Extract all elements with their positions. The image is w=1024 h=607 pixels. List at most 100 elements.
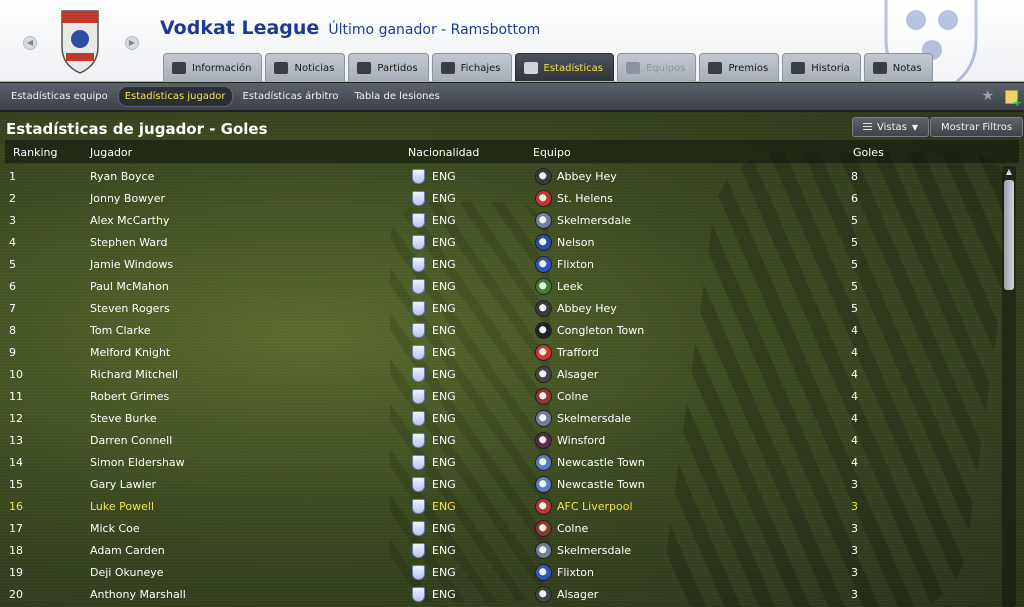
- subnav-item[interactable]: Tabla de lesiones: [348, 87, 445, 106]
- column-header-nationality[interactable]: Nacionalidad: [408, 146, 479, 159]
- column-header-goals[interactable]: Goles: [853, 146, 884, 159]
- team-name-link[interactable]: St. Helens: [557, 192, 613, 205]
- scroll-up-icon[interactable]: ▲: [1002, 166, 1016, 178]
- column-header-player[interactable]: Jugador: [90, 146, 132, 159]
- table-row[interactable]: 8 Tom Clarke ENG Congleton Town 4: [5, 320, 997, 342]
- nationality-link[interactable]: ENG: [432, 390, 456, 403]
- nation-flag-icon[interactable]: [412, 389, 425, 404]
- tab-informacion[interactable]: Información: [163, 53, 263, 81]
- vertical-scrollbar[interactable]: ▲: [1002, 166, 1016, 607]
- nationality-link[interactable]: ENG: [432, 544, 456, 557]
- nation-flag-icon[interactable]: [412, 499, 425, 514]
- nation-flag-icon[interactable]: [412, 257, 425, 272]
- nationality-link[interactable]: ENG: [432, 280, 456, 293]
- team-badge-icon[interactable]: [535, 542, 552, 559]
- tab-premios[interactable]: Premios: [699, 53, 780, 81]
- column-header-team[interactable]: Equipo: [533, 146, 571, 159]
- nationality-link[interactable]: ENG: [432, 500, 456, 513]
- nationality-link[interactable]: ENG: [432, 302, 456, 315]
- team-name-link[interactable]: Nelson: [557, 236, 595, 249]
- nationality-link[interactable]: ENG: [432, 170, 456, 183]
- nation-flag-icon[interactable]: [412, 411, 425, 426]
- table-row[interactable]: 9 Melford Knight ENG Trafford 4: [5, 342, 997, 364]
- nation-flag-icon[interactable]: [412, 301, 425, 316]
- nation-flag-icon[interactable]: [412, 191, 425, 206]
- nation-flag-icon[interactable]: [412, 543, 425, 558]
- table-row[interactable]: 5 Jamie Windows ENG Flixton 5: [5, 254, 997, 276]
- nationality-link[interactable]: ENG: [432, 324, 456, 337]
- team-name-link[interactable]: Skelmersdale: [557, 412, 631, 425]
- table-row[interactable]: 12 Steve Burke ENG Skelmersdale 4: [5, 408, 997, 430]
- team-badge-icon[interactable]: [535, 586, 552, 603]
- player-name-link[interactable]: Stephen Ward: [90, 236, 167, 249]
- table-row[interactable]: 7 Steven Rogers ENG Abbey Hey 5: [5, 298, 997, 320]
- team-name-link[interactable]: Alsager: [557, 588, 598, 601]
- team-badge-icon[interactable]: [535, 454, 552, 471]
- team-name-link[interactable]: Alsager: [557, 368, 598, 381]
- team-badge-icon[interactable]: [535, 212, 552, 229]
- player-name-link[interactable]: Robert Grimes: [90, 390, 169, 403]
- table-row[interactable]: 4 Stephen Ward ENG Nelson 5: [5, 232, 997, 254]
- table-row[interactable]: 16 Luke Powell ENG AFC Liverpool 3: [5, 496, 997, 518]
- team-badge-icon[interactable]: [535, 256, 552, 273]
- tab-noticias[interactable]: Noticias: [265, 53, 346, 81]
- views-button[interactable]: Vistas ▼: [852, 117, 930, 137]
- team-badge-icon[interactable]: [535, 432, 552, 449]
- team-name-link[interactable]: Congleton Town: [557, 324, 644, 337]
- nation-flag-icon[interactable]: [412, 433, 425, 448]
- player-name-link[interactable]: Ryan Boyce: [90, 170, 154, 183]
- player-name-link[interactable]: Melford Knight: [90, 346, 170, 359]
- table-row[interactable]: 13 Darren Connell ENG Winsford 4: [5, 430, 997, 452]
- table-row[interactable]: 14 Simon Eldershaw ENG Newcastle Town 4: [5, 452, 997, 474]
- tab-historia[interactable]: Historia: [782, 53, 861, 81]
- subnav-item[interactable]: Estadísticas equipo: [5, 87, 114, 106]
- last-winner-text[interactable]: Último ganador - Ramsbottom: [328, 22, 540, 38]
- team-badge-icon[interactable]: [535, 234, 552, 251]
- team-badge-icon[interactable]: [535, 278, 552, 295]
- nation-flag-icon[interactable]: [412, 279, 425, 294]
- nationality-link[interactable]: ENG: [432, 566, 456, 579]
- tab-partidos[interactable]: Partidos: [348, 53, 429, 81]
- tab-fichajes[interactable]: Fichajes: [431, 53, 512, 81]
- team-name-link[interactable]: Colne: [557, 522, 588, 535]
- nationality-link[interactable]: ENG: [432, 522, 456, 535]
- team-badge-icon[interactable]: [535, 410, 552, 427]
- player-name-link[interactable]: Steve Burke: [90, 412, 157, 425]
- team-badge-icon[interactable]: [535, 564, 552, 581]
- team-badge-icon[interactable]: [535, 498, 552, 515]
- table-row[interactable]: 17 Mick Coe ENG Colne 3: [5, 518, 997, 540]
- player-name-link[interactable]: Alex McCarthy: [90, 214, 169, 227]
- player-name-link[interactable]: Anthony Marshall: [90, 588, 186, 601]
- tab-estadisticas[interactable]: Estadísticas: [514, 53, 614, 81]
- team-name-link[interactable]: Flixton: [557, 566, 594, 579]
- player-name-link[interactable]: Steven Rogers: [90, 302, 170, 315]
- nationality-link[interactable]: ENG: [432, 588, 456, 601]
- player-name-link[interactable]: Gary Lawler: [90, 478, 156, 491]
- team-badge-icon[interactable]: [535, 190, 552, 207]
- league-name[interactable]: Vodkat League: [160, 17, 319, 39]
- team-badge-icon[interactable]: [535, 366, 552, 383]
- player-name-link[interactable]: Simon Eldershaw: [90, 456, 185, 469]
- show-filters-button[interactable]: Mostrar Filtros: [930, 117, 1024, 137]
- team-name-link[interactable]: Leek: [557, 280, 583, 293]
- team-name-link[interactable]: Winsford: [557, 434, 605, 447]
- table-row[interactable]: 18 Adam Carden ENG Skelmersdale 3: [5, 540, 997, 562]
- team-name-link[interactable]: Skelmersdale: [557, 214, 631, 227]
- player-name-link[interactable]: Mick Coe: [90, 522, 140, 535]
- add-note-icon[interactable]: [1005, 90, 1022, 109]
- player-name-link[interactable]: Jonny Bowyer: [90, 192, 165, 205]
- team-badge-icon[interactable]: [535, 322, 552, 339]
- table-row[interactable]: 3 Alex McCarthy ENG Skelmersdale 5: [5, 210, 997, 232]
- team-name-link[interactable]: Abbey Hey: [557, 302, 617, 315]
- team-name-link[interactable]: Colne: [557, 390, 588, 403]
- player-name-link[interactable]: Tom Clarke: [90, 324, 151, 337]
- nation-flag-icon[interactable]: [412, 587, 425, 602]
- table-row[interactable]: 19 Deji Okuneye ENG Flixton 3: [5, 562, 997, 584]
- table-row[interactable]: 10 Richard Mitchell ENG Alsager 4: [5, 364, 997, 386]
- column-header-ranking[interactable]: Ranking: [13, 146, 58, 159]
- nationality-link[interactable]: ENG: [432, 346, 456, 359]
- nationality-link[interactable]: ENG: [432, 236, 456, 249]
- player-name-link[interactable]: Jamie Windows: [90, 258, 173, 271]
- team-badge-icon[interactable]: [535, 168, 552, 185]
- nationality-link[interactable]: ENG: [432, 456, 456, 469]
